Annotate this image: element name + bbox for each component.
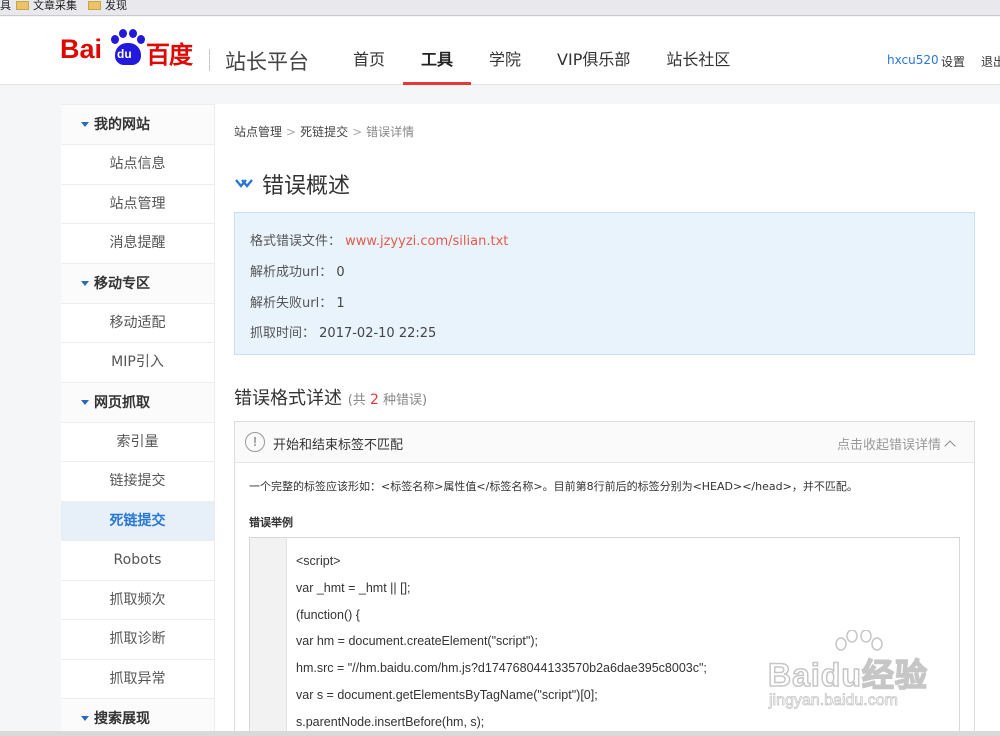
breadcrumb-separator: >: [352, 125, 363, 139]
sidebar-group-label: 搜索展现: [94, 711, 150, 727]
baidu-jingyan-watermark: Baidu经验 jingyan.baidu.com: [763, 630, 963, 720]
folder-icon: [16, 0, 29, 10]
sidebar-group-label: 网页抓取: [94, 394, 150, 411]
sidebar-group-label: 我的网站: [94, 117, 150, 133]
summary-label: 解析成功url：: [250, 265, 333, 280]
nav-home[interactable]: 首页: [335, 17, 403, 85]
overview-title: 错误概述: [262, 174, 351, 199]
site-title: 站长平台: [225, 50, 309, 74]
paw-icon: du: [109, 29, 147, 67]
summary-value: 1: [336, 296, 345, 311]
collapse-label: 点击收起错误详情: [836, 438, 941, 453]
sidebar: 我的网站 站点信息 站点管理 消息提醒 移动专区 移动适配 MIP引入 网页抓取…: [61, 104, 215, 736]
nav-tools[interactable]: 工具: [403, 17, 472, 85]
error-description: 一个完整的标签应该形如：<标签名称>属性值</标签名称>。目前第8行前后的标签分…: [249, 480, 858, 493]
summary-label: 格式错误文件：: [250, 234, 342, 249]
logout-link[interactable]: 退出: [981, 53, 1000, 70]
bookmark-item[interactable]: 文章采集: [16, 0, 77, 13]
collapse-details-button[interactable]: 点击收起错误详情: [836, 434, 956, 453]
triangle-down-icon: [81, 280, 89, 286]
bookmark-item[interactable]: 发现: [88, 0, 127, 13]
triangle-down-icon: [81, 122, 89, 127]
overview-summary-box: 格式错误文件： www.jzyyzi.com/silian.txt 解析成功ur…: [234, 212, 975, 355]
watermark-url: jingyan.baidu.com: [769, 692, 899, 710]
nav-academy[interactable]: 学院: [471, 17, 539, 85]
folder-icon: [88, 0, 101, 10]
sidebar-group-my-sites[interactable]: 我的网站: [61, 104, 214, 144]
sidebar-item-crawl-diagnose[interactable]: 抓取诊断: [61, 619, 214, 659]
sidebar-item-mip[interactable]: MIP引入: [61, 342, 214, 382]
code-line: var hm = document.createElement("script"…: [296, 634, 538, 648]
breadcrumb-current: 错误详情: [366, 125, 415, 139]
watermark-text: Baidu经验: [767, 656, 928, 694]
code-line: <script>: [296, 554, 341, 568]
error-name: 开始和结束标签不匹配: [273, 438, 404, 453]
logo-cn-text: 百度: [146, 41, 193, 69]
sidebar-item-site-info[interactable]: 站点信息: [61, 144, 214, 184]
settings-link[interactable]: 设置: [941, 53, 965, 70]
header-divider: [209, 49, 210, 71]
summary-value: 2017-02-10 22:25: [319, 326, 437, 341]
window-bottom-edge: [0, 731, 1000, 736]
code-line: (function() {: [296, 608, 360, 622]
bookmark-label: 具: [0, 0, 11, 12]
sidebar-item-robots[interactable]: Robots: [61, 540, 214, 580]
site-header: Bai du 百度 站长平台 首页 工具 学院 VIP俱乐部 站长社区 hxcu…: [0, 17, 1000, 85]
sidebar-item-crawl-errors[interactable]: 抓取异常: [61, 658, 214, 699]
summary-row-success: 解析成功url： 0: [250, 261, 345, 280]
error-panel-header[interactable]: ! 开始和结束标签不匹配 点击收起错误详情: [235, 422, 974, 463]
sidebar-item-index[interactable]: 索引量: [61, 421, 214, 462]
nav-vip-club[interactable]: VIP俱乐部: [539, 17, 648, 85]
chevron-up-icon: [944, 440, 956, 452]
code-line: var s = document.getElementsByTagName("s…: [296, 688, 598, 702]
format-details-title: 错误格式详述: [234, 388, 342, 409]
logo-bai-text: Bai: [60, 34, 103, 64]
sidebar-group-label: 移动专区: [94, 275, 150, 292]
baidu-logo[interactable]: Bai du 百度: [60, 29, 194, 69]
sidebar-group-crawl[interactable]: 网页抓取: [61, 381, 214, 422]
breadcrumb: 站点管理 > 死链提交 > 错误详情: [234, 123, 414, 140]
code-line: var _hmt = _hmt || [];: [296, 581, 411, 595]
main-nav: 首页 工具 学院 VIP俱乐部 站长社区: [335, 17, 748, 85]
breadcrumb-deadlink[interactable]: 死链提交: [300, 125, 348, 139]
bookmark-label: 文章采集: [33, 0, 77, 12]
summary-row-time: 抓取时间： 2017-02-10 22:25: [250, 322, 436, 341]
bookmarks-bar: 具 文章采集 发现: [0, 0, 1000, 16]
sidebar-group-mobile[interactable]: 移动专区: [61, 262, 214, 303]
code-gutter: [250, 538, 287, 736]
sidebar-item-link-submit[interactable]: 链接提交: [61, 461, 214, 501]
summary-row-file: 格式错误文件： www.jzyyzi.com/silian.txt: [250, 230, 508, 249]
sidebar-item-crawl-frequency[interactable]: 抓取频次: [61, 579, 214, 620]
sidebar-item-deadlink-submit[interactable]: 死链提交: [61, 500, 214, 540]
summary-row-fail: 解析失败url： 1: [250, 292, 345, 311]
bookmark-label: 发现: [105, 0, 127, 12]
summary-value: 0: [336, 265, 345, 280]
summary-label: 解析失败url：: [250, 296, 333, 311]
error-file-link[interactable]: www.jzyyzi.com/silian.txt: [345, 234, 508, 249]
sidebar-item-messages[interactable]: 消息提醒: [61, 223, 214, 263]
triangle-down-icon: [81, 399, 89, 405]
breadcrumb-separator: >: [286, 125, 297, 139]
sidebar-item-site-manage[interactable]: 站点管理: [61, 183, 214, 224]
error-count-suffix: 种错误): [383, 393, 428, 408]
sidebar-item-mobile-adapt[interactable]: 移动适配: [61, 302, 214, 343]
code-line: s.parentNode.insertBefore(hm, s);: [296, 715, 485, 729]
bookmark-item[interactable]: 具: [0, 0, 11, 13]
username-link[interactable]: hxcu520: [887, 53, 939, 67]
triangle-down-icon: [81, 716, 89, 721]
warning-icon: !: [245, 432, 265, 452]
error-count-prefix: (共: [347, 393, 366, 408]
format-details-heading: 错误格式详述 (共 2 种错误): [234, 384, 427, 410]
error-count-number: 2: [369, 392, 379, 408]
logo-du-text: du: [117, 47, 132, 61]
code-line: hm.src = "//hm.baidu.com/hm.js?d17476804…: [296, 661, 707, 675]
breadcrumb-site-manage[interactable]: 站点管理: [234, 125, 282, 139]
overview-heading: 错误概述: [234, 168, 350, 200]
chevron-double-icon: [235, 179, 253, 188]
example-title: 错误举例: [249, 516, 293, 529]
nav-community[interactable]: 站长社区: [648, 17, 748, 85]
error-count: (共 2 种错误): [347, 392, 428, 408]
summary-label: 抓取时间：: [250, 326, 316, 341]
